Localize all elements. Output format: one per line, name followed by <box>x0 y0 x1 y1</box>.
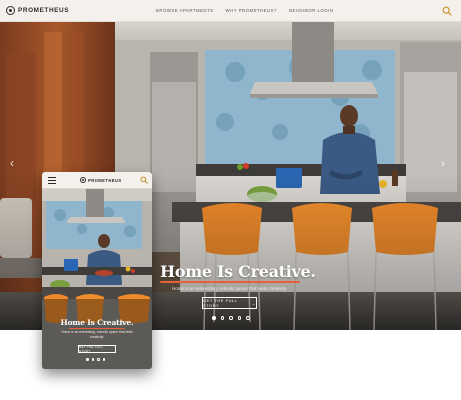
carousel-prev-icon[interactable]: ‹ <box>10 157 14 169</box>
mobile-nav: PROMETHEUS <box>42 172 152 189</box>
prometheus-logo-icon <box>6 6 15 15</box>
carousel-dot[interactable] <box>246 316 250 320</box>
mobile-hero-photo <box>42 189 152 369</box>
hamburger-icon[interactable] <box>48 177 56 184</box>
carousel-dots <box>212 316 250 320</box>
search-icon[interactable] <box>140 176 148 184</box>
nav-link-why-prometheus[interactable]: WHY PROMETHEUS? <box>226 8 277 13</box>
mobile-hero-subtitle: Home is an interesting, eclectic space t… <box>61 330 133 339</box>
brand-name: PROMETHEUS <box>18 7 70 14</box>
prometheus-logo-icon <box>80 177 86 183</box>
get-full-story-button[interactable]: GET THE FULL STORY → <box>202 297 257 309</box>
mobile-carousel-dots <box>86 358 105 361</box>
mobile-hero-title: Home Is Creative. <box>60 318 134 327</box>
carousel-dot[interactable] <box>91 358 94 361</box>
hero-subtitle: Home is an interesting, eclectic space t… <box>172 286 287 291</box>
mobile-brand-name: PROMETHEUS <box>88 177 122 183</box>
hero-title: Home Is Creative. <box>160 262 316 281</box>
mobile-mockup: PROMETHEUS Home Is Creative. Home is an <box>42 172 152 369</box>
hero-title-underline <box>160 281 300 283</box>
top-nav: PROMETHEUS BROWSE APARTMENTS WHY PROMETH… <box>0 0 461 22</box>
mobile-get-full-story-button[interactable]: GET THE FULL STORY <box>78 345 116 353</box>
mobile-hero-title-underline <box>69 328 125 329</box>
nav-link-browse-apartments[interactable]: BROWSE APARTMENTS <box>156 8 214 13</box>
arrow-right-icon: → <box>251 300 256 306</box>
carousel-dot[interactable] <box>97 358 100 361</box>
cta-label: GET THE FULL STORY <box>203 298 238 308</box>
brand-logo[interactable]: PROMETHEUS <box>6 6 69 15</box>
carousel-dot[interactable] <box>237 316 241 320</box>
carousel-dot[interactable] <box>102 358 105 361</box>
carousel-next-icon[interactable]: › <box>441 157 445 169</box>
carousel-dot[interactable] <box>229 316 233 320</box>
carousel-dot[interactable] <box>86 358 89 361</box>
carousel-dot[interactable] <box>212 316 216 320</box>
carousel-dot[interactable] <box>220 316 224 320</box>
mobile-brand-logo[interactable]: PROMETHEUS <box>80 177 122 183</box>
nav-link-neighbor-login[interactable]: NEIGHBOR LOGIN <box>289 8 334 13</box>
nav-links: BROWSE APARTMENTS WHY PROMETHEUS? NEIGHB… <box>156 8 333 13</box>
search-icon[interactable] <box>442 6 452 16</box>
